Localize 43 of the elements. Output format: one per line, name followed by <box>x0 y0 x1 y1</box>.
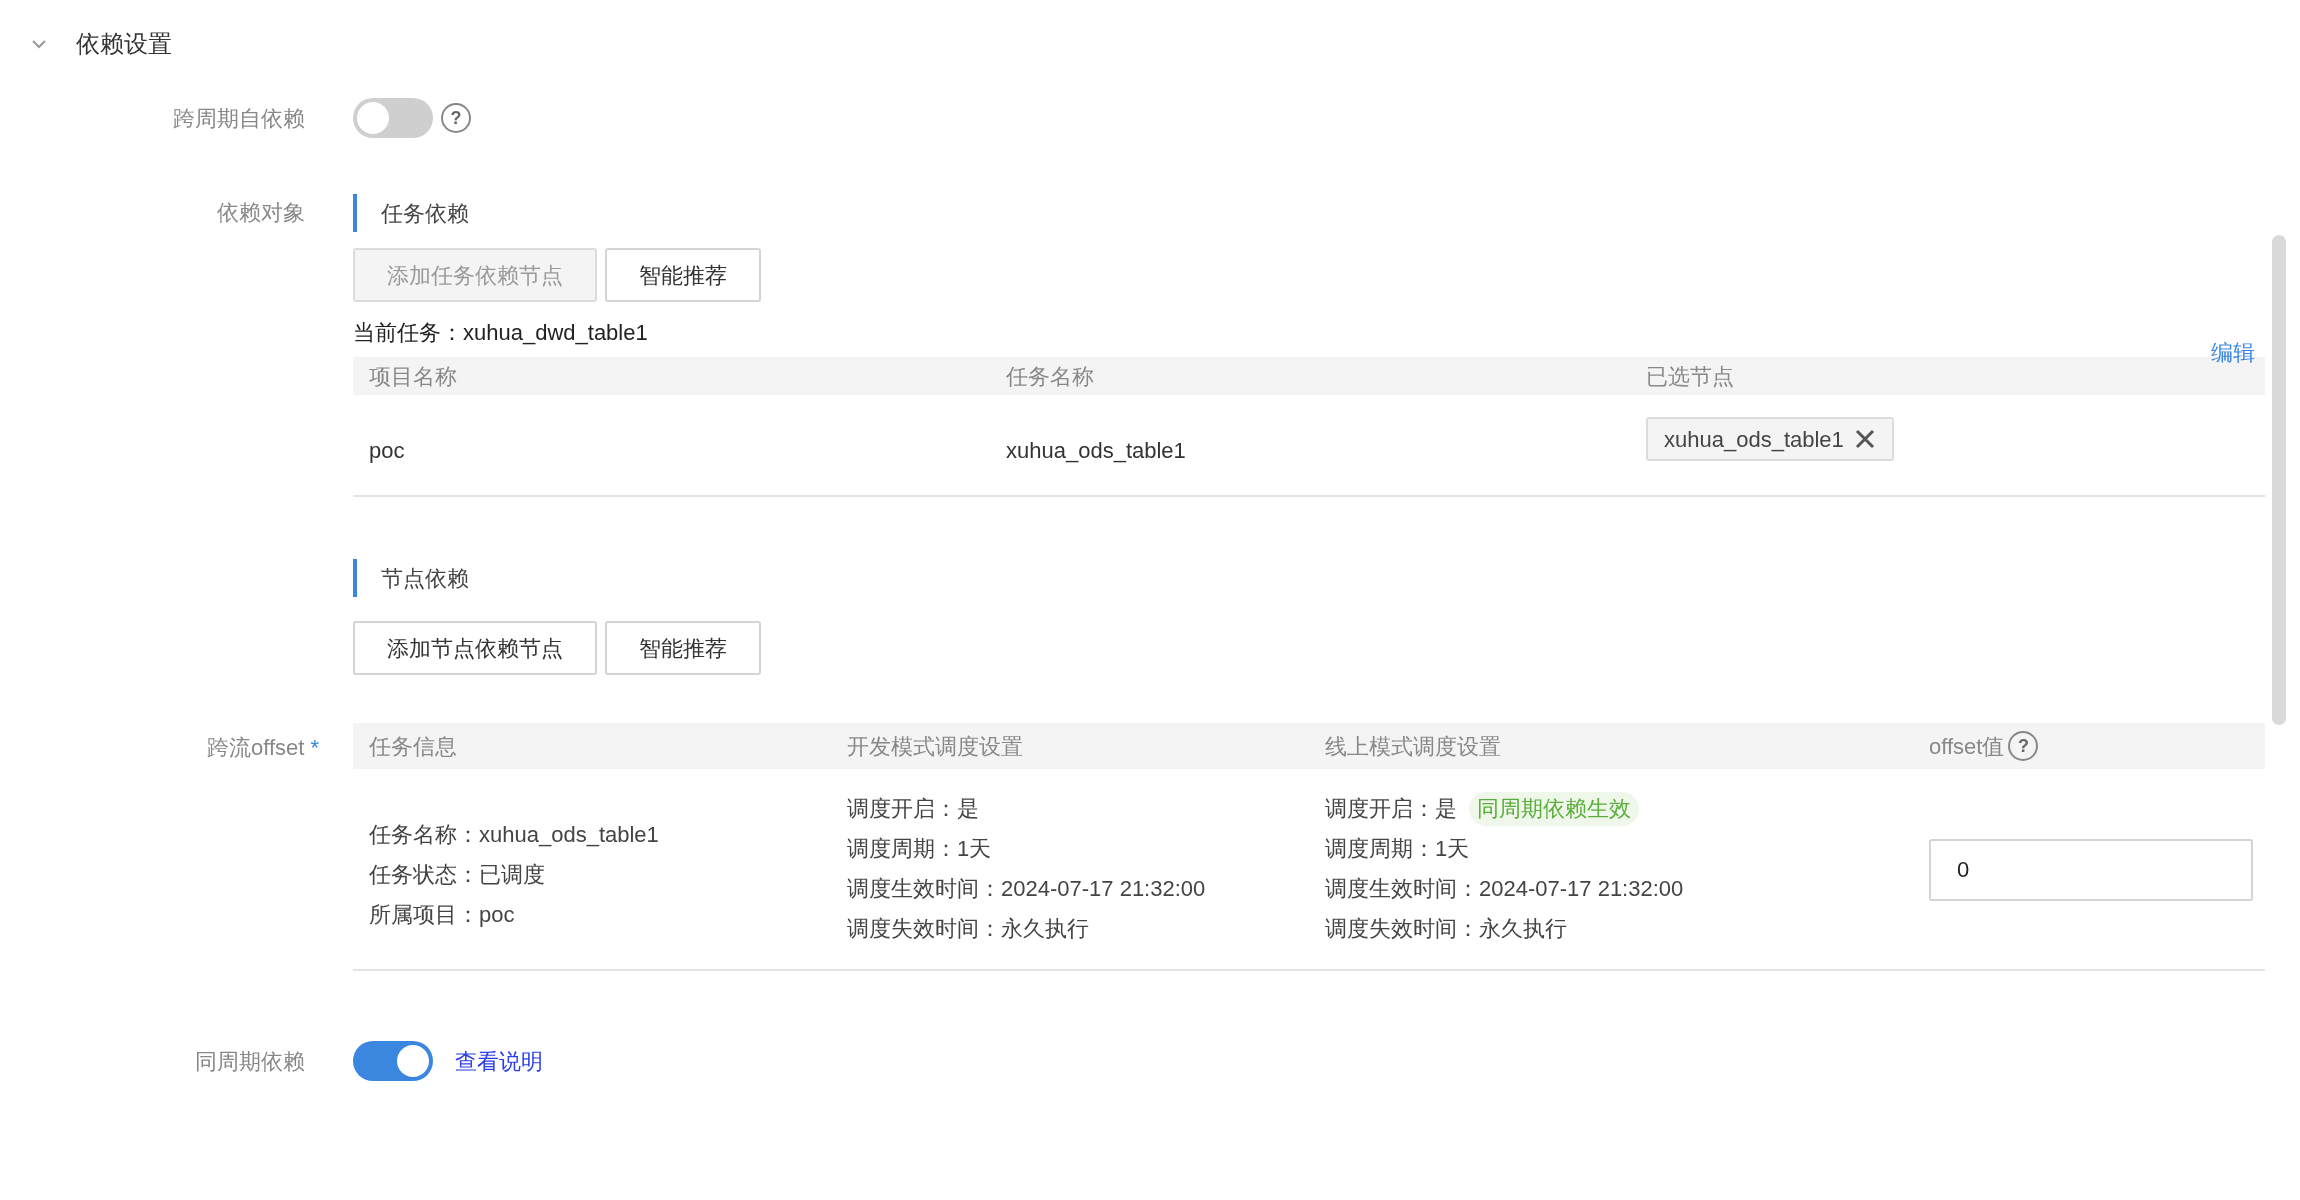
column-header: 任务信息 <box>368 732 458 761</box>
field-label: 同周期依赖 <box>195 1048 305 1074</box>
toggle-switch[interactable] <box>353 98 433 138</box>
column-header: 项目名称 <box>368 362 458 391</box>
field-label: 依赖对象 <box>217 200 305 225</box>
column-header: 线上模式调度设置 <box>1324 732 1502 761</box>
dev-setting-line: 调度周期：1天 <box>847 835 993 863</box>
status-tag: 同周期依赖生效 <box>1469 792 1639 826</box>
dev-setting-line: 调度失效时间：永久执行 <box>847 915 1090 943</box>
dev-setting-line: 调度开启：是 <box>847 795 980 823</box>
required-mark: * <box>310 734 319 762</box>
toggle-switch[interactable] <box>353 1041 433 1081</box>
offset-input[interactable]: 0 <box>1929 839 2253 901</box>
action-button[interactable]: 添加节点依赖节点 <box>353 621 597 675</box>
online-setting-line: 调度失效时间：永久执行 <box>1325 915 1567 943</box>
subsection-title: 节点依赖 <box>381 564 469 593</box>
column-header: offset值 <box>1929 732 2005 761</box>
table-cell-text: xuhua_ods_table1 <box>1005 436 1187 465</box>
task-info-line: 所属项目：poc <box>369 901 516 929</box>
subsection-title: 任务依赖 <box>381 199 469 228</box>
section-title: 依赖设置 <box>76 29 172 59</box>
table-cell-text: poc <box>368 436 406 465</box>
close-icon[interactable] <box>1853 428 1876 450</box>
action-button[interactable]: 智能推荐 <box>605 248 761 302</box>
edit-link[interactable]: 编辑 <box>2211 336 2255 369</box>
task-info-line: 任务状态：已调度 <box>369 861 546 889</box>
column-header: 已选节点 <box>1645 362 1735 391</box>
action-button[interactable]: 智能推荐 <box>605 621 761 675</box>
node-tag: xuhua_ods_table1 <box>1646 417 1894 461</box>
scrollbar[interactable] <box>2272 235 2286 725</box>
help-icon[interactable]: ? <box>441 103 471 133</box>
column-header: 任务名称 <box>1005 362 1095 391</box>
online-setting-line: 调度周期：1天 <box>1325 835 1470 863</box>
help-icon[interactable]: ? <box>2008 731 2039 761</box>
current-task: 当前任务：xuhua_dwd_table1 <box>353 319 648 347</box>
column-header: 开发模式调度设置 <box>846 732 1024 761</box>
task-info-line: 任务名称：xuhua_ods_table1 <box>369 821 660 849</box>
help-link[interactable]: 查看说明 <box>455 1044 543 1078</box>
field-label: 跨流offset <box>207 734 305 762</box>
dev-setting-line: 调度生效时间：2024-07-17 21:32:00 <box>847 875 1207 903</box>
online-setting-line: 调度开启：是 <box>1325 795 1457 823</box>
online-setting-line: 调度生效时间：2024-07-17 21:32:00 <box>1325 875 1684 903</box>
field-label: 跨周期自依赖 <box>173 105 305 131</box>
